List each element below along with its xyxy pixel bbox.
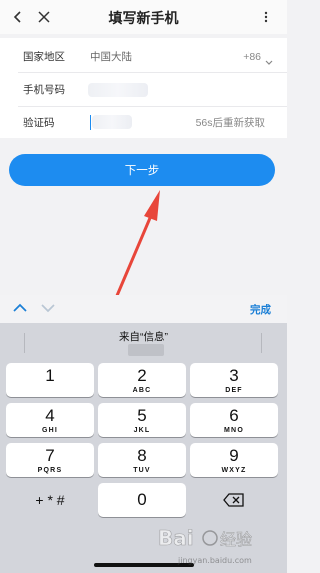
chevron-down-icon[interactable] (40, 301, 56, 319)
backspace-key[interactable] (190, 483, 278, 517)
key-3[interactable]: 3 DEF (190, 363, 278, 397)
key-8[interactable]: 8 TUV (98, 443, 186, 477)
svg-text:Bai: Bai (158, 526, 194, 550)
done-button[interactable]: 完成 (250, 302, 271, 317)
backspace-icon (223, 493, 244, 507)
key-1[interactable]: 1 (6, 363, 94, 397)
divider (261, 333, 262, 353)
key-6[interactable]: 6 MNO (190, 403, 278, 437)
key-symbols[interactable]: + * # (6, 483, 94, 517)
autofill-suggestion[interactable]: 来自“信息” (0, 323, 287, 359)
suggestion-code (128, 344, 164, 356)
key-0[interactable]: 0 (98, 483, 186, 517)
chevron-up-icon[interactable] (12, 301, 28, 319)
phone-screen: 填写新手机 国家地区 中国大陆 +86 手机号码 验证码 56s后重新获取 下一… (0, 0, 287, 573)
key-5[interactable]: 5 JKL (98, 403, 186, 437)
key-2[interactable]: 2 ABC (98, 363, 186, 397)
keyboard-toolbar: 完成 (0, 295, 287, 323)
svg-text:jingyan.baidu.com: jingyan.baidu.com (177, 556, 252, 565)
baidu-jingyan-watermark: Bai 经验 jingyan.baidu.com (158, 526, 253, 565)
svg-text:经验: 经验 (220, 530, 252, 549)
key-9[interactable]: 9 WXYZ (190, 443, 278, 477)
key-7[interactable]: 7 PQRS (6, 443, 94, 477)
suggestion-text: 来自“信息” (119, 331, 168, 343)
key-4[interactable]: 4 GHI (6, 403, 94, 437)
